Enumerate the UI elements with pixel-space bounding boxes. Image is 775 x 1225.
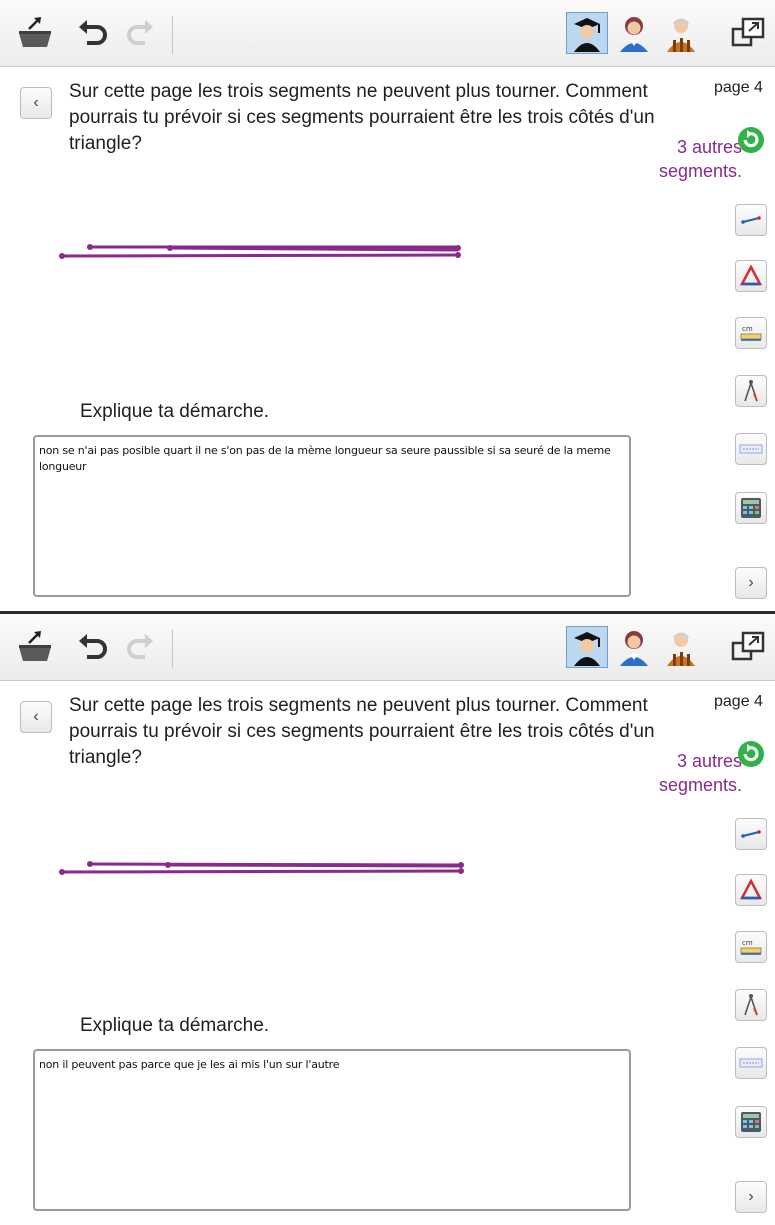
- compass-tool-button[interactable]: [735, 989, 767, 1021]
- explain-prompt: Explique ta démarche.: [80, 1015, 270, 1036]
- teacher-button[interactable]: [613, 12, 655, 54]
- toolbar: [0, 614, 775, 681]
- window-icon: [731, 17, 765, 47]
- segment-endpoint[interactable]: [458, 862, 464, 868]
- redo-button[interactable]: [118, 626, 160, 668]
- elder-button[interactable]: [660, 626, 702, 668]
- triangle-tool-button[interactable]: [735, 260, 767, 292]
- keyboard-tool-button[interactable]: [735, 1047, 767, 1079]
- undo-icon: [79, 20, 107, 45]
- page-content: ‹ Sur cette page les trois segments ne p…: [0, 681, 775, 1225]
- triangle-tool-icon: [739, 264, 763, 286]
- ruler-tool-button[interactable]: cm: [735, 317, 767, 349]
- keyboard-icon: [739, 1058, 763, 1068]
- toolbar: [0, 0, 775, 67]
- answer-textarea[interactable]: non se n'ai pas posible quart il ne s'on…: [33, 435, 631, 597]
- segment-endpoint[interactable]: [167, 245, 173, 251]
- calculator-icon: [741, 498, 761, 518]
- undo-button[interactable]: [72, 12, 114, 54]
- segment-endpoint[interactable]: [455, 245, 461, 251]
- export-icon: [19, 17, 51, 47]
- segments-canvas: [59, 861, 464, 875]
- compass-icon: [744, 380, 758, 402]
- triangle-tool-button[interactable]: [735, 874, 767, 906]
- segment-tool-icon: [741, 216, 761, 224]
- redo-icon: [127, 634, 153, 659]
- ruler-cm-icon: cm: [740, 325, 762, 341]
- segment-3[interactable]: [61, 253, 459, 258]
- ruler-cm-icon: cm: [740, 939, 762, 955]
- refresh-segments-button[interactable]: [735, 124, 767, 156]
- elder-icon: [667, 18, 695, 52]
- chevron-right-icon: ›: [748, 1188, 754, 1205]
- page-label: page 4: [714, 693, 763, 710]
- teacher-button[interactable]: [613, 626, 655, 668]
- segment-endpoint[interactable]: [455, 252, 461, 258]
- window-button[interactable]: [727, 12, 769, 54]
- undo-button[interactable]: [72, 626, 114, 668]
- student-button[interactable]: [566, 12, 608, 54]
- teacher-icon: [620, 17, 648, 52]
- next-page-button[interactable]: ›: [735, 1181, 767, 1213]
- other-segments-link[interactable]: 3 autres segments.: [630, 749, 742, 797]
- compass-tool-button[interactable]: [735, 375, 767, 407]
- chevron-right-icon: ›: [748, 574, 754, 591]
- segment-endpoint[interactable]: [87, 244, 93, 250]
- student-button[interactable]: [566, 626, 608, 668]
- undo-icon: [79, 634, 107, 659]
- svg-text:cm: cm: [742, 325, 753, 333]
- keyboard-icon: [739, 444, 763, 454]
- calculator-tool-button[interactable]: [735, 1106, 767, 1138]
- export-button[interactable]: [14, 626, 56, 668]
- svg-text:cm: cm: [742, 939, 753, 947]
- redo-button[interactable]: [118, 12, 160, 54]
- keyboard-tool-button[interactable]: [735, 433, 767, 465]
- calculator-icon: [741, 1112, 761, 1132]
- window-icon: [731, 631, 765, 661]
- elder-icon: [667, 632, 695, 666]
- student-icon: [574, 18, 600, 52]
- segment-endpoint[interactable]: [165, 862, 171, 868]
- compass-icon: [744, 994, 758, 1016]
- segment-endpoint[interactable]: [59, 253, 65, 259]
- segment-2[interactable]: [167, 863, 462, 868]
- redo-icon: [127, 20, 153, 45]
- toolbar-divider: [172, 16, 173, 54]
- export-button[interactable]: [14, 12, 56, 54]
- segment-endpoint[interactable]: [59, 869, 65, 875]
- triangle-tool-icon: [739, 878, 763, 900]
- segment-endpoint[interactable]: [87, 861, 93, 867]
- explain-prompt: Explique ta démarche.: [80, 401, 270, 422]
- screenshot-panel-1: ‹ Sur cette page les trois segments ne p…: [0, 0, 775, 611]
- refresh-segments-button[interactable]: [735, 738, 767, 770]
- segments-canvas: [59, 244, 461, 259]
- page-content: ‹ Sur cette page les trois segments ne p…: [0, 67, 775, 611]
- refresh-icon: [738, 127, 764, 153]
- student-icon: [574, 632, 600, 666]
- segment-tool-button[interactable]: [735, 204, 767, 236]
- next-page-button[interactable]: ›: [735, 567, 767, 599]
- window-button[interactable]: [727, 626, 769, 668]
- segment-2[interactable]: [169, 246, 459, 252]
- other-segments-link[interactable]: 3 autres segments.: [630, 135, 742, 183]
- export-icon: [19, 631, 51, 661]
- calculator-tool-button[interactable]: [735, 492, 767, 524]
- refresh-icon: [738, 741, 764, 767]
- toolbar-divider: [172, 630, 173, 668]
- answer-textarea[interactable]: non il peuvent pas parce que je les ai m…: [33, 1049, 631, 1211]
- ruler-tool-button[interactable]: cm: [735, 931, 767, 963]
- segment-3[interactable]: [61, 869, 462, 874]
- elder-button[interactable]: [660, 12, 702, 54]
- segment-tool-button[interactable]: [735, 818, 767, 850]
- segment-tool-icon: [741, 830, 761, 838]
- teacher-icon: [620, 631, 648, 666]
- segment-endpoint[interactable]: [458, 868, 464, 874]
- screenshot-panel-2: ‹ Sur cette page les trois segments ne p…: [0, 614, 775, 1225]
- page-label: page 4: [714, 79, 763, 96]
